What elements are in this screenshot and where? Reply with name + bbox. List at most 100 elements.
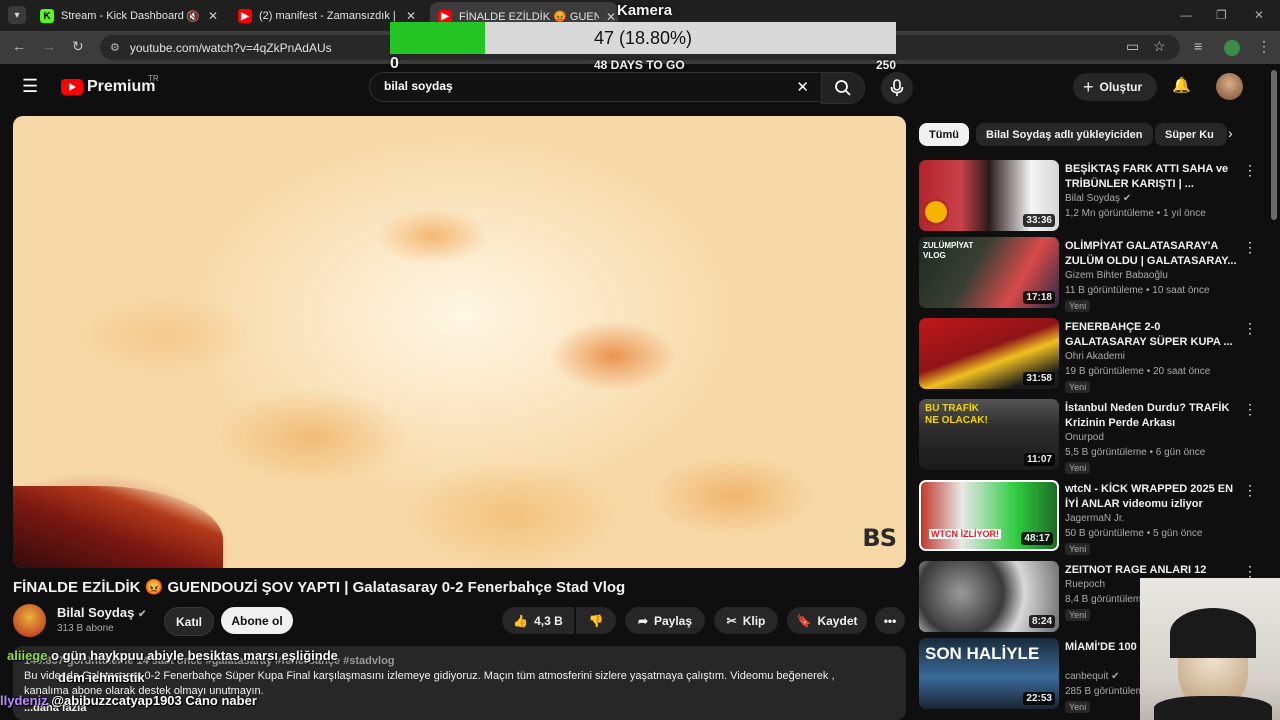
- plus-icon: +: [1083, 76, 1094, 97]
- reload-icon[interactable]: ↻: [72, 38, 84, 55]
- page-scrollbar[interactable]: [1271, 70, 1277, 220]
- thumbs-down-icon: 👎: [588, 613, 604, 628]
- goal-min: 0: [390, 55, 399, 72]
- more-vertical-icon[interactable]: ⋮: [1243, 320, 1257, 337]
- more-vertical-icon[interactable]: ⋮: [1243, 482, 1257, 499]
- related-channel: Gizem Bihter Babaoğlu: [1065, 270, 1168, 281]
- minimize-icon[interactable]: —: [1180, 8, 1192, 22]
- new-badge: Yeni: [1065, 609, 1091, 621]
- more-vertical-icon[interactable]: ⋮: [1243, 401, 1257, 418]
- thumbnail-text: ZULÜMPİYAT VLOG: [923, 241, 974, 260]
- tab-search-dropdown[interactable]: ▾: [8, 6, 26, 24]
- related-video[interactable]: BU TRAFİK NE OLACAK! 11:07 İstanbul Nede…: [919, 399, 1269, 474]
- video-thumbnail[interactable]: 33:36: [919, 160, 1059, 231]
- tab-title: (2) manifest - Zamansızdık | Offi: [259, 10, 399, 22]
- voice-search-button[interactable]: [881, 72, 913, 104]
- related-channel: Ruepoch: [1065, 579, 1106, 590]
- chevron-right-icon[interactable]: ›: [1228, 125, 1233, 141]
- youtube-logo-text[interactable]: Premium: [87, 78, 155, 96]
- related-video[interactable]: ZULÜMPİYAT VLOG 17:18 OLİMPİYAT GALATASA…: [919, 237, 1269, 312]
- more-horizontal-icon: •••: [883, 613, 897, 628]
- bookmark-star-icon[interactable]: ☆: [1153, 38, 1166, 55]
- related-channel: Bilal Soydaş ✔: [1065, 193, 1131, 204]
- related-video[interactable]: WTCN İZLİYOR! 48:17 wtcN - KİCK WRAPPED …: [919, 480, 1269, 555]
- related-channel: Ohri Akademi: [1065, 351, 1126, 362]
- save-button[interactable]: 🔖 Kaydet: [787, 607, 867, 634]
- related-meta: 1,2 Mn görüntüleme • 1 yıl önce: [1065, 208, 1206, 219]
- clip-button[interactable]: ✂ Klip: [714, 607, 778, 634]
- video-thumbnail[interactable]: BU TRAFİK NE OLACAK! 11:07: [919, 399, 1059, 470]
- notifications-bell-icon[interactable]: 🔔: [1172, 76, 1191, 94]
- galatasaray-badge-icon: [923, 199, 949, 225]
- chat-text: @abibuzzcatyap1903 Cano naber: [51, 693, 257, 708]
- related-channel-text: canbequit: [1065, 671, 1109, 682]
- hamburger-menu-icon[interactable]: ☰: [22, 76, 38, 97]
- video-thumbnail[interactable]: 8:24: [919, 561, 1059, 632]
- share-label: Paylaş: [654, 613, 693, 628]
- video-frame-flare: [13, 486, 223, 568]
- channel-watermark: BS: [862, 524, 897, 552]
- cast-icon[interactable]: ▭: [1126, 38, 1139, 55]
- forward-icon[interactable]: →: [42, 38, 56, 54]
- search-button[interactable]: [821, 72, 865, 104]
- chat-text: o gün haykpuu abiyle besiktas marsı eşli…: [51, 648, 338, 663]
- search-input[interactable]: [382, 78, 766, 94]
- video-thumbnail[interactable]: 31:58: [919, 318, 1059, 389]
- new-badge: Yeni: [1065, 300, 1091, 312]
- duration-badge: 11:07: [1023, 453, 1055, 466]
- video-thumbnail[interactable]: SON HALİYLE 22:53: [919, 638, 1059, 709]
- video-player[interactable]: BS: [13, 116, 906, 568]
- account-avatar[interactable]: [1216, 73, 1243, 100]
- related-video[interactable]: 31:58 FENERBAHÇE 2-0 GALATASARAY SÜPER K…: [919, 318, 1269, 393]
- chat-message: aliiege o gün haykpuu abiyle besiktas ma…: [7, 648, 338, 663]
- search-icon: [835, 80, 851, 96]
- create-button[interactable]: + Oluştur: [1073, 73, 1157, 101]
- dislike-button[interactable]: 👎: [576, 607, 616, 634]
- more-vertical-icon[interactable]: ⋮: [1243, 162, 1257, 179]
- join-button[interactable]: Katıl: [164, 607, 214, 636]
- goal-subtitle: 48 DAYS TO GO: [594, 58, 685, 72]
- related-title: İstanbul Neden Durdu? TRAFİK Krizinin Pe…: [1065, 402, 1230, 429]
- share-button[interactable]: ➦ Paylaş: [625, 607, 705, 634]
- back-icon[interactable]: ←: [12, 38, 26, 54]
- related-meta: 19 B görüntüleme • 20 saat önce: [1065, 366, 1211, 377]
- profile-avatar-icon[interactable]: [1224, 40, 1240, 56]
- channel-avatar[interactable]: [13, 604, 46, 637]
- chip-super-kupa[interactable]: Süper Ku: [1155, 123, 1227, 146]
- channel-name[interactable]: Bilal Soydaş ✔: [57, 605, 146, 620]
- chat-username: llydeniz: [0, 693, 48, 708]
- verified-icon: ✔: [1122, 193, 1132, 204]
- goal-progress-bar: 47 (18.80%): [390, 22, 896, 54]
- browser-menu-icon[interactable]: ⋮: [1257, 38, 1271, 55]
- chip-from-uploader[interactable]: Bilal Soydaş adlı yükleyiciden: [976, 123, 1153, 146]
- clear-search-icon[interactable]: ✕: [796, 78, 809, 96]
- streamer-hood: [1170, 608, 1256, 658]
- duration-badge: 31:58: [1023, 372, 1055, 385]
- mute-icon[interactable]: 🔇: [186, 10, 200, 23]
- video-thumbnail[interactable]: ZULÜMPİYAT VLOG 17:18: [919, 237, 1059, 308]
- related-video[interactable]: 33:36 BEŞİKTAŞ FARK ATTI SAHA ve TRİBÜNL…: [919, 160, 1269, 232]
- related-channel: Onurpod: [1065, 432, 1104, 443]
- close-window-icon[interactable]: ✕: [1254, 8, 1264, 22]
- more-vertical-icon[interactable]: ⋮: [1243, 239, 1257, 256]
- related-title: BEŞİKTAŞ FARK ATTI SAHA ve TRİBÜNLER KAR…: [1065, 163, 1229, 190]
- goal-max: 250: [876, 58, 897, 72]
- media-control-icon[interactable]: ≡: [1194, 38, 1202, 54]
- related-title: wtcN - KİCK WRAPPED 2025 EN İYİ ANLAR vi…: [1065, 483, 1234, 510]
- chip-label: Tümü: [929, 128, 959, 141]
- thumbs-up-icon: 👍: [513, 613, 529, 628]
- close-tab-icon[interactable]: ✕: [208, 9, 218, 23]
- maximize-icon[interactable]: ❐: [1216, 8, 1227, 22]
- search-box[interactable]: ✕: [369, 72, 822, 102]
- close-tab-icon[interactable]: ✕: [406, 9, 416, 23]
- tab-kick-dashboard[interactable]: K Stream - Kick Dashboard 🔇 ✕: [40, 4, 218, 28]
- video-thumbnail[interactable]: WTCN İZLİYOR! 48:17: [919, 480, 1059, 551]
- subscribe-button[interactable]: Abone ol: [221, 607, 293, 634]
- youtube-logo-icon[interactable]: [61, 79, 83, 95]
- chip-all[interactable]: Tümü: [919, 123, 969, 146]
- like-button[interactable]: 👍 4,3 B: [502, 607, 574, 634]
- more-actions-button[interactable]: •••: [875, 607, 905, 634]
- site-info-icon[interactable]: ⚙: [110, 41, 120, 54]
- channel-name-text: Bilal Soydaş: [57, 605, 135, 620]
- duration-badge: 22:53: [1023, 692, 1055, 705]
